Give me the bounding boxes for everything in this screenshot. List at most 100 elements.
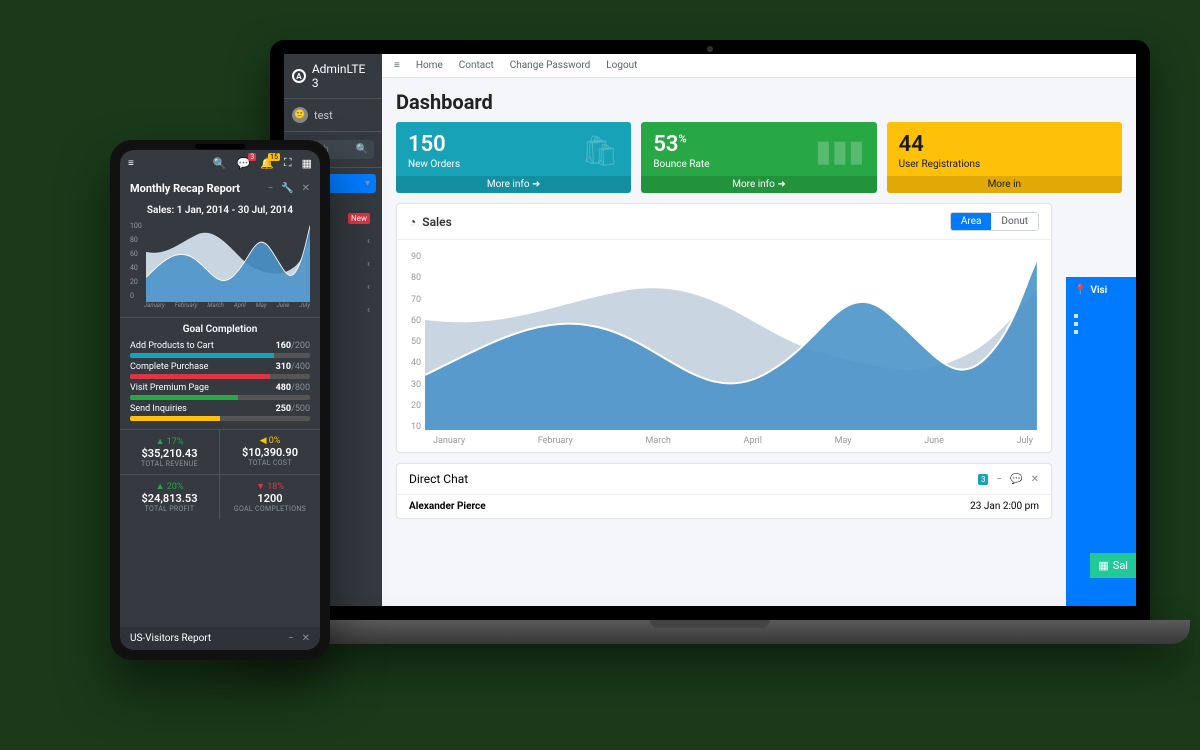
card-label: User Registrations [899, 159, 980, 170]
card-value: 150 [408, 132, 460, 157]
app-desktop: A AdminLTE 3 🙂 test 🔍 ▾ New 6‹ ‹ [284, 54, 1136, 606]
brand[interactable]: A AdminLTE 3 [284, 54, 382, 99]
stats-grid: ▲ 17% $35,210.43 TOTAL REVENUE ◀ 0% $10,… [120, 429, 320, 519]
recap-header: Monthly Recap Report − 🔧 ✕ [120, 176, 320, 201]
stat-label: TOTAL PROFIT [124, 505, 215, 513]
menu-toggle-icon[interactable]: ≡ [394, 60, 400, 71]
user-name: test [314, 109, 333, 122]
footer-title: US-Visitors Report [130, 633, 211, 644]
messages-icon[interactable]: 💬3 [236, 157, 250, 170]
stat-label: GOAL COMPLETIONS [224, 505, 316, 513]
arrow-right-icon: ➜ [777, 179, 785, 190]
y-axis-ticks: 908070605040302010 [411, 250, 425, 434]
us-visitors-header: US-Visitors Report −✕ [120, 627, 320, 650]
topbar-logout[interactable]: Logout [606, 60, 637, 71]
close-icon[interactable]: ✕ [302, 183, 310, 194]
card-bounce-rate[interactable]: 53% Bounce Rate ▮▮▮ More info ➜ [641, 122, 876, 193]
y-axis-ticks: 100806040200 [130, 220, 146, 302]
goals-list: Add Products to Cart160/200 Complete Pur… [120, 339, 320, 423]
topbar: ≡ Home Contact Change Password Logout [382, 54, 1136, 78]
comments-icon[interactable]: 💬 [1010, 474, 1022, 485]
topbar-change-password[interactable]: Change Password [510, 60, 591, 71]
topbar-contact[interactable]: Contact [459, 60, 494, 71]
btn-area[interactable]: Area [951, 213, 992, 230]
x-axis-ticks: JanuaryFebruaryMarchAprilMayJuneJuly [120, 302, 320, 313]
topbar-home[interactable]: Home [416, 60, 443, 71]
search-icon[interactable]: 🔍 [213, 157, 227, 170]
chat-badge: 3 [978, 474, 989, 485]
stat-delta: ▲ 17% [124, 436, 215, 447]
pie-chart-icon: ◔ [409, 215, 416, 229]
search-icon[interactable]: 🔍 [356, 144, 368, 155]
visitors-dots [1074, 314, 1128, 334]
grid-icon[interactable]: ▦ [302, 157, 312, 170]
arrow-right-icon: ➜ [532, 179, 540, 190]
mobile-topbar: ≡ 🔍 💬3 🔔15 ⛶ ▦ [120, 150, 320, 176]
chat-message: Alexander Pierce 23 Jan 2:00 pm [397, 495, 1051, 518]
card-link[interactable]: More info ➜ [641, 176, 876, 193]
sales-range: Sales: 1 Jan, 2014 - 30 Jul, 2014 [120, 201, 320, 220]
goal-item: Add Products to Cart160/200 [120, 339, 320, 360]
map-marker-icon: 📍 [1074, 285, 1086, 296]
btn-donut[interactable]: Donut [991, 213, 1038, 230]
goal-item: Send Inquiries250/500 [120, 402, 320, 423]
card-link[interactable]: More in [887, 176, 1122, 193]
stat-cell: ◀ 0% $10,390.90 TOTAL COST [220, 430, 320, 475]
visitors-title: Visi [1090, 285, 1107, 296]
stat-delta: ▼ 18% [224, 481, 316, 492]
card-new-orders[interactable]: 150 New Orders 🛍 More info ➜ [396, 122, 631, 193]
stat-cards: 150 New Orders 🛍 More info ➜ 53% Bounce … [382, 122, 1136, 203]
chat-name: Alexander Pierce [409, 501, 486, 512]
stat-delta: ◀ 0% [224, 436, 316, 446]
stat-cell: ▲ 17% $35,210.43 TOTAL REVENUE [120, 430, 220, 475]
recap-chart: 100806040200 [120, 220, 320, 302]
card-label: Bounce Rate [653, 159, 709, 170]
x-axis-ticks: JanuaryFebruaryMarchAprilMayJuneJuly [411, 434, 1037, 448]
main-content: ≡ Home Contact Change Password Logout Da… [382, 54, 1136, 606]
menu-toggle-icon[interactable]: ≡ [128, 158, 134, 169]
sales-button[interactable]: ▦Sal [1090, 553, 1136, 578]
close-icon[interactable]: ✕ [1031, 474, 1039, 485]
stat-cell: ▼ 18% 1200 GOAL COMPLETIONS [220, 475, 320, 519]
stat-value: $24,813.53 [124, 492, 215, 505]
direct-chat-panel: Direct Chat 3 − 💬 ✕ Alexander Pierce 23 … [396, 463, 1052, 519]
avatar-icon: 🙂 [292, 107, 308, 123]
minus-icon[interactable]: − [267, 183, 273, 194]
minus-icon[interactable]: − [288, 633, 294, 644]
card-user-registrations[interactable]: 44 User Registrations More in [887, 122, 1122, 193]
sales-panel: ◔ Sales Area Donut 908070605040302010 [396, 203, 1052, 453]
chat-time: 23 Jan 2:00 pm [970, 501, 1039, 512]
laptop-mockup: A AdminLTE 3 🙂 test 🔍 ▾ New 6‹ ‹ [270, 40, 1150, 644]
goal-item: Complete Purchase310/400 [120, 360, 320, 381]
chart-toggle: Area Donut [950, 212, 1039, 231]
sales-chart: 908070605040302010 JanuaryFebruaryMarchA… [397, 240, 1051, 452]
laptop-screen: A AdminLTE 3 🙂 test 🔍 ▾ New 6‹ ‹ [270, 40, 1150, 620]
card-value: 44 [899, 132, 980, 157]
stat-cell: ▲ 20% $24,813.53 TOTAL PROFIT [120, 475, 220, 519]
stat-value: $35,210.43 [124, 447, 215, 460]
stat-value: $10,390.90 [224, 446, 316, 459]
page-title: Dashboard [382, 78, 1136, 122]
laptop-base [230, 620, 1190, 644]
stat-label: TOTAL COST [224, 459, 316, 467]
stat-delta: ▲ 20% [124, 481, 215, 492]
sidebar-user[interactable]: 🙂 test [284, 99, 382, 132]
app-mobile: ≡ 🔍 💬3 🔔15 ⛶ ▦ Monthly Recap Report − 🔧 … [120, 150, 320, 650]
recap-title: Monthly Recap Report [130, 182, 240, 195]
bars-icon: ▮▮▮ [815, 134, 865, 169]
bag-icon: 🛍 [581, 134, 619, 169]
stat-value: 1200 [224, 492, 316, 505]
area-chart-svg [146, 220, 310, 302]
goal-completion-title: Goal Completion [120, 317, 320, 339]
wrench-icon[interactable]: 🔧 [281, 183, 293, 194]
expand-icon[interactable]: ⛶ [284, 156, 292, 170]
minus-icon[interactable]: − [996, 474, 1002, 485]
grid-icon: ▦ [1098, 559, 1108, 572]
panel-title: Sales [422, 215, 452, 229]
phone-mockup: ≡ 🔍 💬3 🔔15 ⛶ ▦ Monthly Recap Report − 🔧 … [110, 140, 330, 660]
close-icon[interactable]: ✕ [302, 633, 310, 644]
bell-icon[interactable]: 🔔15 [260, 157, 274, 170]
area-chart-svg [425, 250, 1037, 430]
stat-label: TOTAL REVENUE [124, 460, 215, 468]
card-link[interactable]: More info ➜ [396, 176, 631, 193]
